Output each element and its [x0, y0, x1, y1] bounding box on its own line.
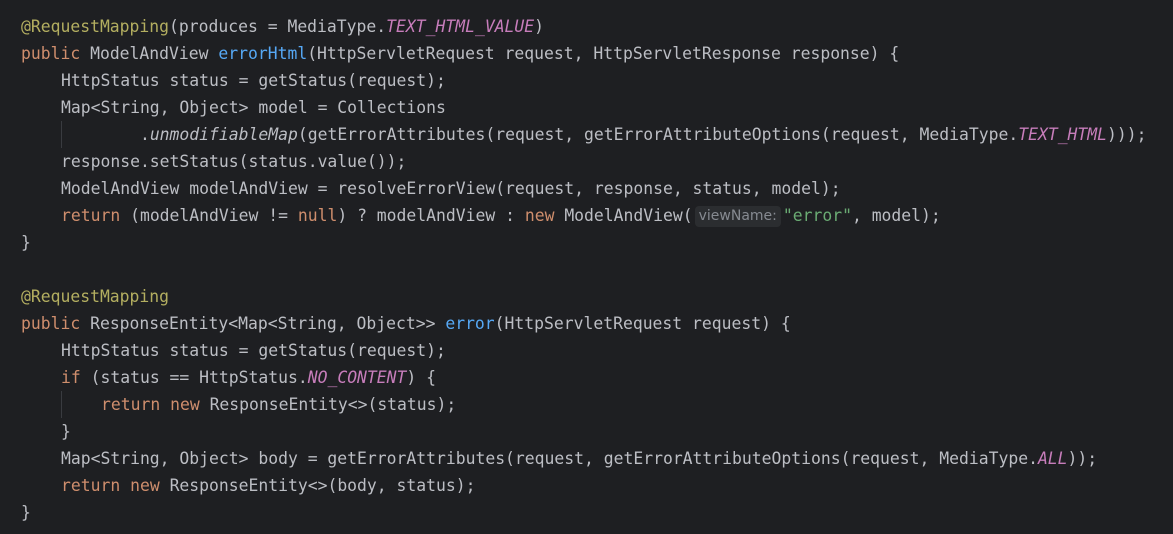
code-token: (status == HttpStatus. [90, 368, 308, 387]
code-line-content: if (status == HttpStatus.NO_CONTENT) { [21, 368, 436, 387]
code-token: ) ? modelAndView : [337, 206, 525, 225]
code-line-content: @RequestMapping(produces = MediaType.TEX… [21, 17, 544, 36]
code-line-content: HttpStatus status = getStatus(request); [21, 71, 446, 90]
code-token: } [61, 422, 71, 441]
code-line-content: return (modelAndView != null) ? modelAnd… [21, 206, 941, 227]
code-editor[interactable]: @RequestMapping(produces = MediaType.TEX… [0, 0, 1173, 534]
code-line-content: } [21, 503, 31, 522]
static-method-token: unmodifiableMap [149, 125, 298, 144]
annotation-token: @RequestMapping [21, 17, 170, 36]
keyword-token: new [170, 395, 210, 414]
code-line-content: @RequestMapping [21, 287, 169, 306]
code-line[interactable]: if (status == HttpStatus.NO_CONTENT) { [21, 364, 1173, 391]
code-token: ResponseEntity<Map<String, Object>> [90, 314, 446, 333]
code-line-content: } [21, 422, 71, 441]
code-line[interactable]: HttpStatus status = getStatus(request); [21, 337, 1173, 364]
keyword-token: return [101, 395, 171, 414]
code-token: ))); [1107, 125, 1147, 144]
method-name-token: error [445, 314, 495, 333]
keyword-token: null [297, 206, 338, 225]
code-token: . [61, 125, 150, 144]
parameter-hint: viewName: [694, 206, 781, 227]
code-line[interactable]: Map<String, Object> model = Collections [21, 94, 1173, 121]
code-line[interactable]: public ResponseEntity<Map<String, Object… [21, 310, 1173, 337]
code-token: response.setStatus(status.value()); [61, 152, 407, 171]
code-line[interactable]: HttpStatus status = getStatus(request); [21, 67, 1173, 94]
constant-token: NO_CONTENT [307, 368, 407, 387]
code-token: (HttpServletRequest request) { [494, 314, 791, 333]
code-token: , model); [851, 206, 941, 225]
code-token: HttpStatus status = getStatus(request); [61, 71, 446, 90]
code-line[interactable]: } [21, 418, 1173, 445]
code-line[interactable] [21, 256, 1173, 283]
code-token: Map<String, Object> body = getErrorAttri… [61, 449, 1038, 468]
code-line[interactable]: } [21, 499, 1173, 526]
code-token: Map<String, Object> model = Collections [61, 98, 446, 117]
keyword-token: return [61, 476, 131, 495]
code-line[interactable]: return new ResponseEntity<>(body, status… [21, 472, 1173, 499]
keyword-token: public [21, 44, 91, 63]
keyword-token: new [130, 476, 170, 495]
code-token: (modelAndView != [130, 206, 298, 225]
code-line-content: response.setStatus(status.value()); [21, 152, 406, 171]
code-line-content: return new ResponseEntity<>(body, status… [21, 476, 475, 495]
code-line[interactable]: @RequestMapping(produces = MediaType.TEX… [21, 13, 1173, 40]
code-line[interactable]: ModelAndView modelAndView = resolveError… [21, 175, 1173, 202]
code-token: (getErrorAttributes(request, getErrorAtt… [297, 125, 1019, 144]
code-line[interactable]: Map<String, Object> body = getErrorAttri… [21, 445, 1173, 472]
code-line-content: } [21, 233, 31, 252]
code-line[interactable]: response.setStatus(status.value()); [21, 148, 1173, 175]
string-literal-token: "error" [782, 206, 852, 225]
annotation-token: @RequestMapping [21, 287, 170, 306]
code-line[interactable]: @RequestMapping [21, 283, 1173, 310]
keyword-token: return [61, 206, 131, 225]
code-token: )); [1067, 449, 1098, 468]
code-token: HttpStatus status = getStatus(request); [61, 341, 446, 360]
code-token: ModelAndView modelAndView = resolveError… [61, 179, 841, 198]
constant-token: TEXT_HTML [1018, 125, 1108, 144]
keyword-token: public [21, 314, 91, 333]
code-token: ) { [406, 368, 437, 387]
code-line-content: return new ResponseEntity<>(status); [21, 395, 456, 414]
code-line-content: public ResponseEntity<Map<String, Object… [21, 314, 791, 333]
code-token: ModelAndView( [564, 206, 693, 225]
code-line[interactable]: return new ResponseEntity<>(status); [21, 391, 1173, 418]
code-line[interactable]: .unmodifiableMap(getErrorAttributes(requ… [21, 121, 1173, 148]
keyword-token: if [61, 368, 91, 387]
code-line-content: HttpStatus status = getStatus(request); [21, 341, 446, 360]
code-line[interactable]: } [21, 229, 1173, 256]
code-token: } [21, 233, 31, 252]
code-line[interactable]: public ModelAndView errorHtml(HttpServle… [21, 40, 1173, 67]
code-line-content: Map<String, Object> model = Collections [21, 98, 446, 117]
keyword-token: new [524, 206, 565, 225]
method-name-token: errorHtml [218, 44, 308, 63]
code-token: } [21, 503, 31, 522]
constant-token: ALL [1037, 449, 1068, 468]
code-line[interactable]: return (modelAndView != null) ? modelAnd… [21, 202, 1173, 229]
code-token: ModelAndView [90, 44, 219, 63]
code-line-content: public ModelAndView errorHtml(HttpServle… [21, 44, 899, 63]
code-token: ) [534, 17, 545, 36]
code-line-content: ModelAndView modelAndView = resolveError… [21, 179, 841, 198]
code-line-content: Map<String, Object> body = getErrorAttri… [21, 449, 1097, 468]
code-token: (produces = MediaType. [169, 17, 387, 36]
code-token: (HttpServletRequest request, HttpServlet… [307, 44, 900, 63]
code-token: ResponseEntity<>(status); [209, 395, 457, 414]
constant-token: TEXT_HTML_VALUE [386, 17, 535, 36]
code-token: ResponseEntity<>(body, status); [169, 476, 476, 495]
code-line-content: .unmodifiableMap(getErrorAttributes(requ… [21, 125, 1147, 144]
